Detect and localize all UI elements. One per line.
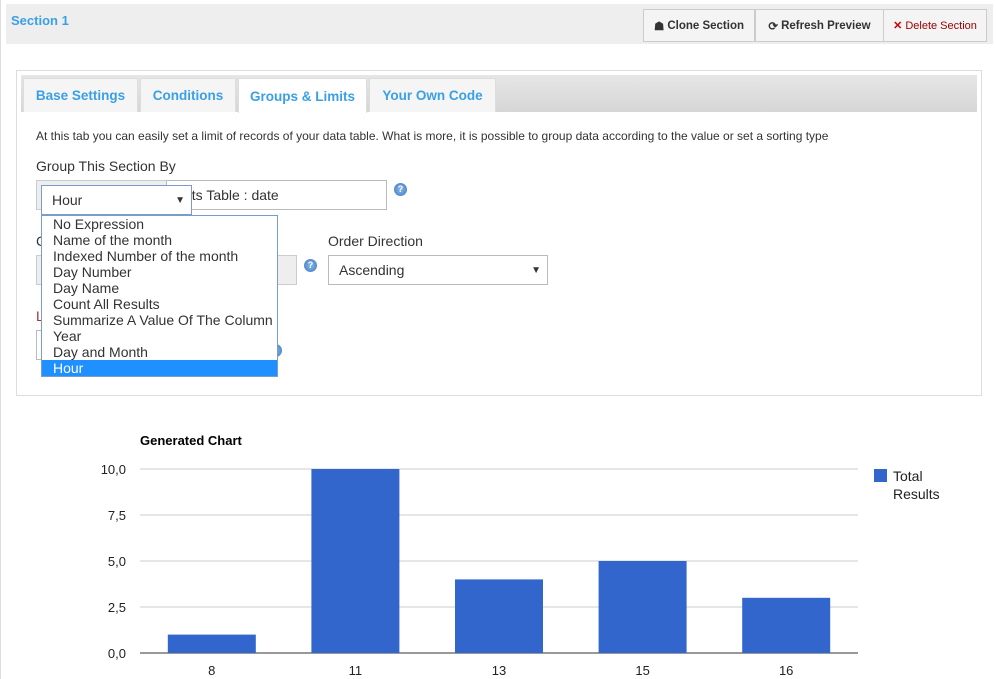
x-tick-label: 11 (349, 663, 363, 678)
y-tick-label: 0,0 (108, 646, 126, 661)
legend-label-line1: Total (893, 468, 923, 484)
legend-label-line2: Results (893, 486, 940, 502)
bar (598, 561, 687, 653)
bar (455, 579, 543, 653)
x-tick-label: 15 (635, 663, 649, 678)
legend-swatch (874, 469, 887, 482)
y-tick-label: 5,0 (108, 554, 126, 569)
bar (167, 634, 256, 653)
x-tick-label: 16 (779, 663, 793, 678)
bar (311, 469, 400, 653)
bar (742, 597, 831, 653)
chart-title: Generated Chart (140, 433, 243, 448)
y-tick-label: 10,0 (101, 462, 126, 477)
x-tick-label: 13 (492, 663, 506, 678)
x-tick-label: 8 (208, 663, 215, 678)
legend-label: Total Results (893, 468, 940, 502)
y-tick-label: 2,5 (108, 600, 126, 615)
y-tick-label: 7,5 (108, 508, 126, 523)
generated-chart: Generated Chart 0,0 2,5 5,0 7,5 10,0 8 11 13 15 1… (101, 433, 940, 678)
